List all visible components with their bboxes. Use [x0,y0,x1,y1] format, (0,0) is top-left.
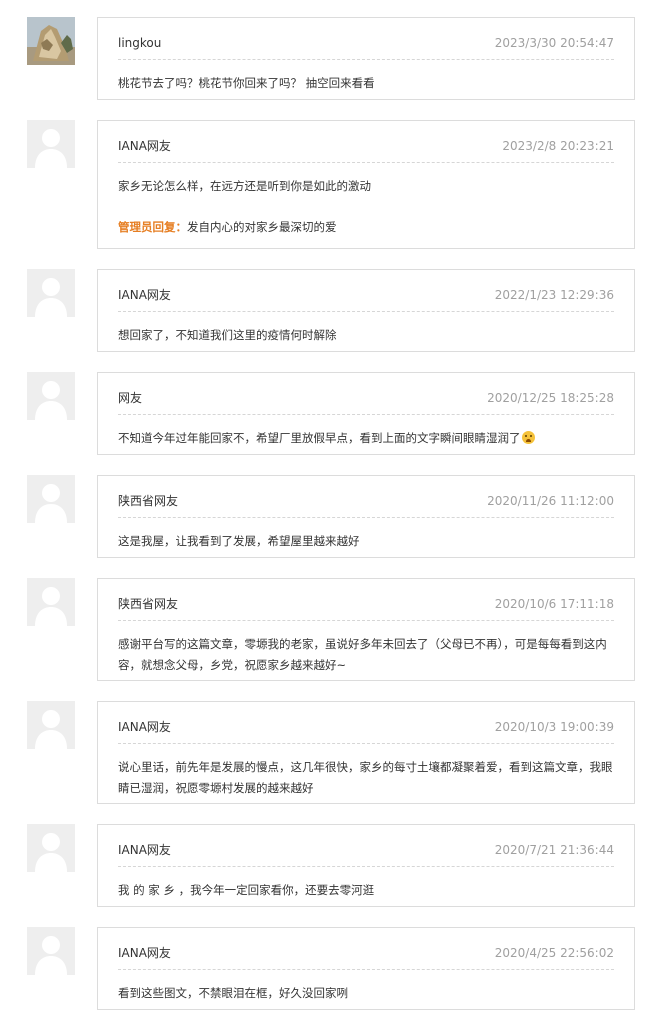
comment-header: IANA网友 2020/4/25 22:56:02 [118,928,614,970]
comment-timestamp: 2020/4/25 22:56:02 [494,946,614,960]
user-avatar [27,269,75,317]
comment-list: lingkou 2023/3/30 20:54:47 桃花节去了吗？桃花节你回来… [0,0,660,1020]
user-avatar [27,17,75,65]
comment-username: lingkou [118,36,162,50]
comment-header: 陕西省网友 2020/10/6 17:11:18 [118,579,614,621]
comment-card: IANA网友 2022/1/23 12:29:36 想回家了，不知道我们这里的疫… [97,269,635,352]
comment-username: IANA网友 [118,288,171,302]
comment-card: IANA网友 2020/4/25 22:56:02 看到这些图文，不禁眼泪在框，… [97,927,635,1010]
admin-reply-label: 管理员回复： [118,220,187,234]
comment-username: 陕西省网友 [118,597,179,611]
user-avatar [27,701,75,749]
admin-reply-text: 发自内心的对家乡最深切的爱 [187,220,337,234]
comment-card: 陕西省网友 2020/11/26 11:12:00 这是我屋，让我看到了发展，希… [97,475,635,558]
comment-card: 陕西省网友 2020/10/6 17:11:18 感谢平台写的这篇文章，零塬我的… [97,578,635,681]
photo-avatar-icon [27,17,75,65]
user-avatar [27,120,75,168]
user-avatar [27,475,75,523]
comment-username: IANA网友 [118,139,171,153]
comment-text: 说心里话，前先年是发展的慢点，这几年很快，家乡的每寸土壤都凝聚着爱，看到这篇文章… [118,760,613,795]
comment-header: IANA网友 2020/7/21 21:36:44 [118,825,614,867]
comment-timestamp: 2020/11/26 11:12:00 [487,494,614,508]
user-avatar [27,372,75,420]
user-avatar [27,578,75,626]
default-avatar-icon [27,927,75,975]
comment-timestamp: 2023/2/8 20:23:21 [502,139,614,153]
comment-text: 桃花节去了吗？桃花节你回来了吗？ 抽空回来看看 [118,76,375,90]
comment-card: IANA网友 2020/7/21 21:36:44 我 的 家 乡 ，我今年一定… [97,824,635,907]
comment-text: 家乡无论怎么样，在远方还是听到你是如此的激动 [118,179,371,193]
comment-header: lingkou 2023/3/30 20:54:47 [118,18,614,60]
crying-face-icon [521,431,535,444]
comment-text: 这是我屋，让我看到了发展，希望屋里越来越好 [118,534,360,548]
comment-card: 网友 2020/12/25 18:25:28 不知道今年过年能回家不，希望厂里放… [97,372,635,455]
default-avatar-icon [27,578,75,626]
comment-timestamp: 2020/10/3 19:00:39 [494,720,614,734]
comment-card: IANA网友 2023/2/8 20:23:21 家乡无论怎么样，在远方还是听到… [97,120,635,249]
comment-timestamp: 2020/10/6 17:11:18 [494,597,614,611]
comment-timestamp: 2022/1/23 12:29:36 [494,288,614,302]
user-avatar [27,824,75,872]
default-avatar-icon [27,120,75,168]
comment-text: 不知道今年过年能回家不，希望厂里放假早点，看到上面的文字瞬间眼睛湿润了 [118,431,521,445]
comment-timestamp: 2020/7/21 21:36:44 [494,843,614,857]
comment-header: 网友 2020/12/25 18:25:28 [118,373,614,415]
comment-username: IANA网友 [118,720,171,734]
comment-header: IANA网友 2020/10/3 19:00:39 [118,702,614,744]
comment-text: 感谢平台写的这篇文章，零塬我的老家，虽说好多年未回去了（父母已不再），可是每每看… [118,637,607,672]
comment-card: lingkou 2023/3/30 20:54:47 桃花节去了吗？桃花节你回来… [97,17,635,100]
user-avatar [27,927,75,975]
comment-header: IANA网友 2023/2/8 20:23:21 [118,121,614,163]
comment-timestamp: 2020/12/25 18:25:28 [487,391,614,405]
default-avatar-icon [27,372,75,420]
comment-text: 想回家了，不知道我们这里的疫情何时解除 [118,328,337,342]
default-avatar-icon [27,701,75,749]
default-avatar-icon [27,475,75,523]
admin-reply: 管理员回复：发自内心的对家乡最深切的爱 [118,217,614,237]
comment-username: 网友 [118,391,143,405]
comment-text: 我 的 家 乡 ，我今年一定回家看你，还要去零河逛 [118,883,375,897]
comment-card: IANA网友 2020/10/3 19:00:39 说心里话，前先年是发展的慢点… [97,701,635,804]
comment-header: IANA网友 2022/1/23 12:29:36 [118,270,614,312]
default-avatar-icon [27,824,75,872]
comment-header: 陕西省网友 2020/11/26 11:12:00 [118,476,614,518]
comment-username: IANA网友 [118,946,171,960]
comment-username: IANA网友 [118,843,171,857]
comment-timestamp: 2023/3/30 20:54:47 [494,36,614,50]
default-avatar-icon [27,269,75,317]
comment-username: 陕西省网友 [118,494,179,508]
comment-text: 看到这些图文，不禁眼泪在框，好久没回家咧 [118,986,348,1000]
comment-content: 不知道今年过年能回家不，希望厂里放假早点，看到上面的文字瞬间眼睛湿润了 [118,428,614,449]
